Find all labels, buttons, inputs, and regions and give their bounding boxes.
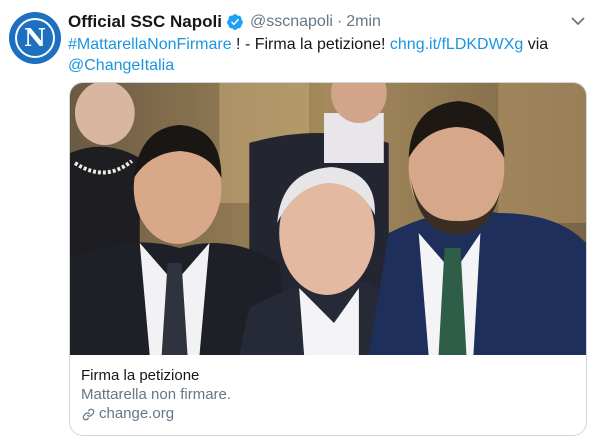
tweet-header: Official SSC Napoli @sscnapoli · 2min — [68, 11, 560, 33]
avatar-logo-letter: N — [24, 23, 46, 52]
card-title: Firma la petizione — [81, 367, 200, 384]
avatar[interactable]: N — [9, 12, 61, 64]
avatar-logo-ring: N — [15, 18, 55, 58]
separator-dot: · — [336, 13, 343, 30]
timestamp[interactable]: 2min — [346, 13, 381, 31]
tweet-text-via: via — [523, 36, 549, 53]
card-domain: change.org — [81, 404, 575, 424]
card-meta: Firma la petizione Mattarella non firmar… — [70, 355, 586, 424]
link-preview-card[interactable]: Firma la petizione Mattarella non firmar… — [69, 82, 587, 436]
link-icon — [82, 408, 95, 420]
tweet-text: #MattarellaNonFirmare ! - Firma la petiz… — [68, 34, 584, 76]
display-name[interactable]: Official SSC Napoli — [68, 12, 222, 32]
card-description: Mattarella non firmare. — [81, 386, 232, 403]
hashtag-link[interactable]: #MattarellaNonFirmare — [68, 36, 232, 53]
url-link[interactable]: chng.it/fLDKDWXg — [390, 36, 523, 53]
mention-link[interactable]: @ChangeItalia — [68, 57, 174, 74]
card-domain-text: change.org — [99, 405, 175, 422]
chevron-down-icon[interactable] — [570, 13, 586, 29]
handle[interactable]: @sscnapoli — [250, 13, 333, 31]
tweet-text-middle: ! - Firma la petizione! — [231, 36, 390, 53]
verified-badge-icon — [227, 14, 243, 30]
tweet[interactable]: N Official SSC Napoli @sscnapoli · 2min … — [0, 0, 600, 440]
card-image[interactable] — [70, 83, 586, 355]
